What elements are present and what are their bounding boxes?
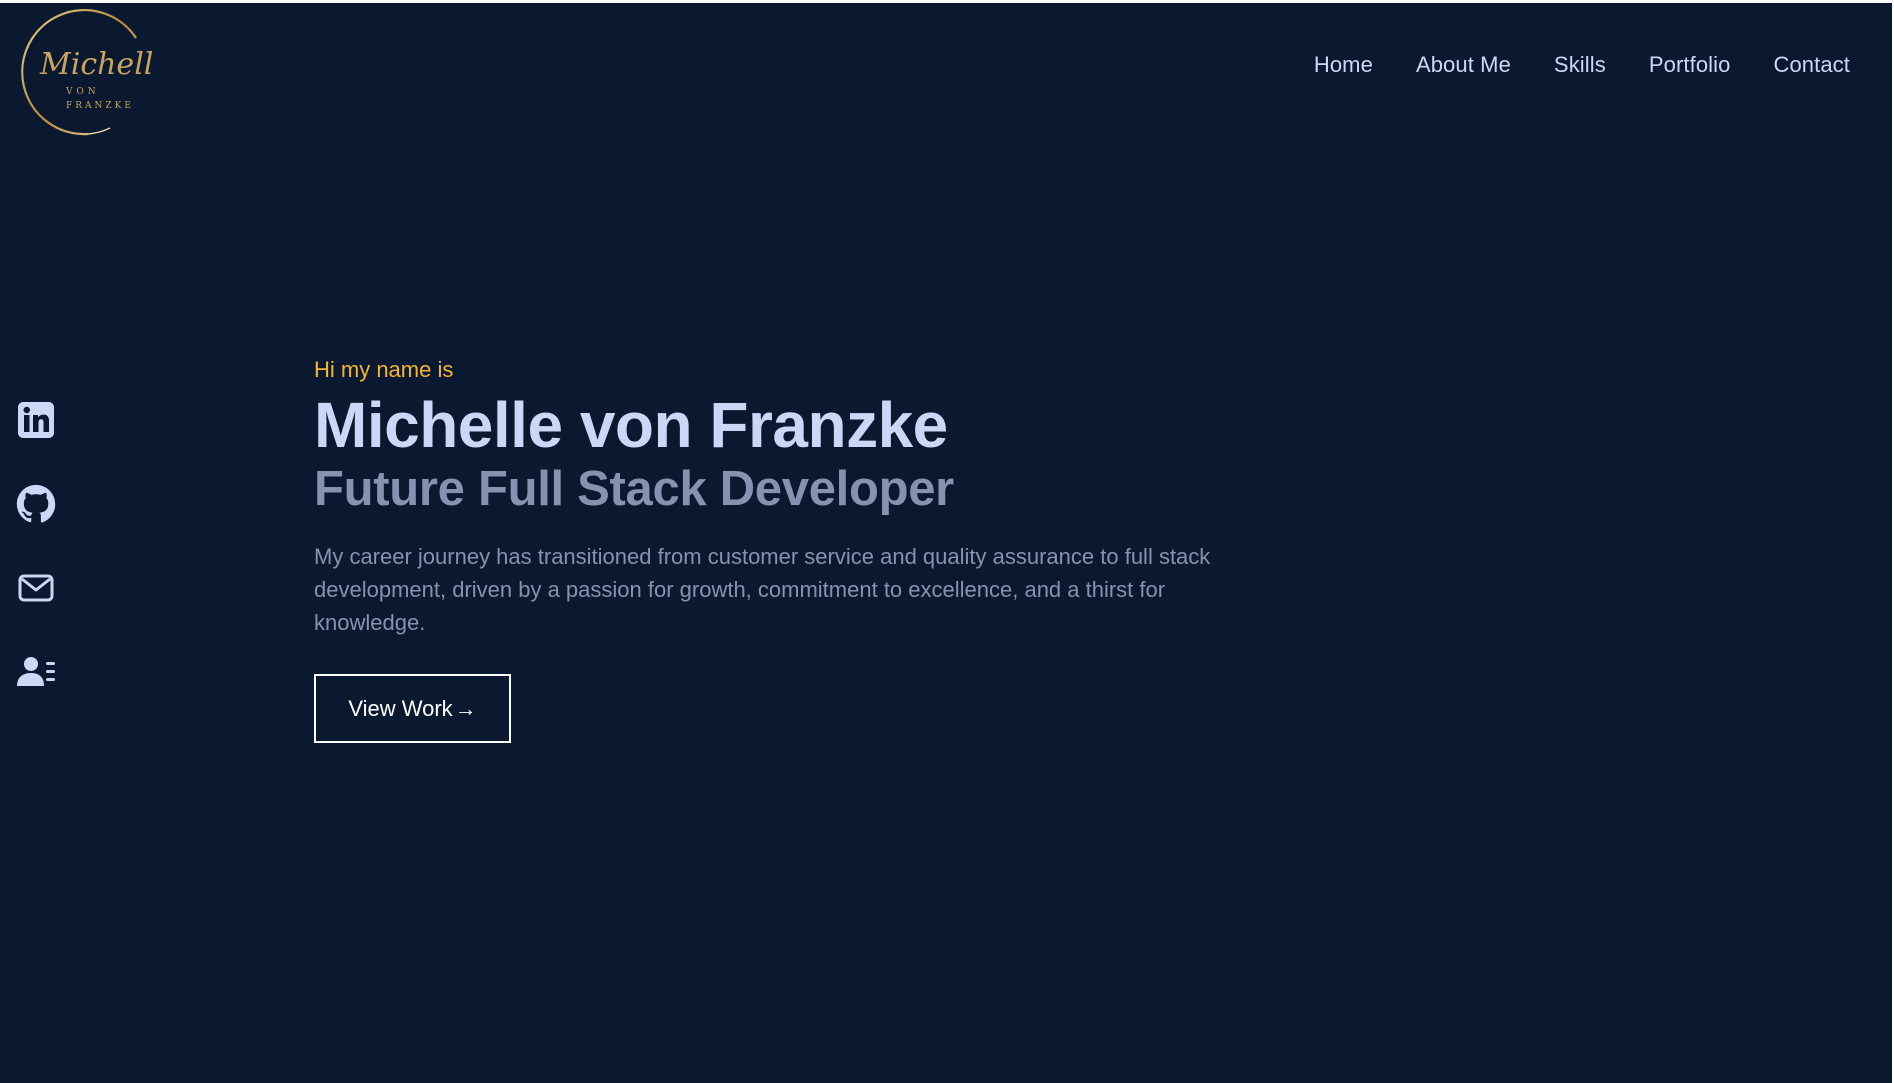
- github-icon[interactable]: [16, 484, 56, 524]
- logo[interactable]: Michelle VON FRANZKE: [18, 8, 152, 136]
- hero-role: Future Full Stack Developer: [314, 462, 954, 516]
- hero-name: Michelle von Franzke: [314, 389, 948, 461]
- arrow-right-icon: →: [454, 695, 477, 721]
- nav-about-me[interactable]: About Me: [1416, 52, 1511, 78]
- mail-icon[interactable]: [16, 568, 56, 608]
- nav-home[interactable]: Home: [1314, 52, 1373, 78]
- top-border: [0, 0, 1892, 3]
- view-work-label: View Work: [348, 695, 453, 721]
- nav-skills[interactable]: Skills: [1554, 52, 1606, 78]
- social-sidebar: [16, 400, 56, 692]
- logo-script: Michelle: [39, 47, 152, 82]
- logo-von: VON: [65, 87, 100, 97]
- resume-icon[interactable]: [16, 652, 56, 692]
- logo-mark: Michelle VON FRANZKE: [21, 9, 152, 136]
- hero-section: Hi my name is Michelle von Franzke Futur…: [314, 356, 1274, 743]
- nav-portfolio[interactable]: Portfolio: [1649, 52, 1731, 78]
- hero-greeting: Hi my name is: [314, 357, 454, 382]
- main-nav: Home About Me Skills Portfolio Contact: [1314, 52, 1850, 78]
- nav-contact[interactable]: Contact: [1773, 52, 1850, 78]
- hero-description: My career journey has transitioned from …: [314, 544, 1211, 635]
- logo-franzke: FRANZKE: [66, 101, 134, 111]
- linkedin-icon[interactable]: [16, 400, 56, 440]
- page: Michelle VON FRANZKE Home About Me Skill…: [0, 0, 1892, 1083]
- view-work-button[interactable]: View Work →: [314, 674, 511, 743]
